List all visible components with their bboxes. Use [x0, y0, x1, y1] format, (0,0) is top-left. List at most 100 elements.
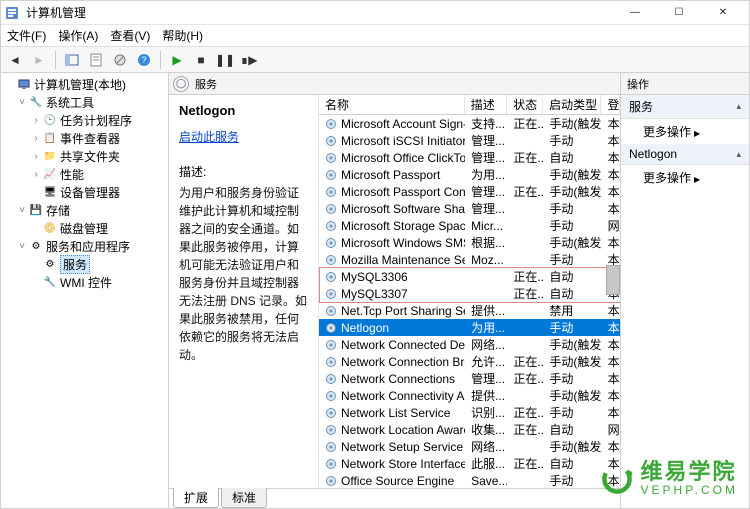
tab-extended[interactable]: 扩展 [173, 488, 219, 508]
service-row[interactable]: Microsoft iSCSI Initiator ...管理...手动本 [319, 132, 620, 149]
col-logon[interactable]: 登 [601, 95, 620, 114]
service-row[interactable]: Net.Tcp Port Sharing Ser...提供...禁用本 [319, 302, 620, 319]
expand-icon[interactable]: › [29, 151, 43, 162]
service-row[interactable]: Network Setup Service网络...手动(触发...本 [319, 438, 620, 455]
service-status: 正在... [507, 421, 543, 438]
export-icon[interactable] [110, 50, 130, 70]
gear-icon [325, 118, 337, 130]
gear-icon [325, 288, 337, 300]
service-name: Microsoft iSCSI Initiator ... [341, 134, 465, 148]
services-list[interactable]: Microsoft Account Sign-i...支持...正在...手动(… [319, 115, 620, 488]
service-row[interactable]: Microsoft Storage Space...Micr...手动网 [319, 217, 620, 234]
service-startup: 手动 [543, 319, 601, 336]
service-row[interactable]: Mozilla Maintenance Ser...Moz...手动本 [319, 251, 620, 268]
collapse-icon[interactable]: ˅ [15, 97, 29, 108]
service-row[interactable]: Network Location Aware...收集...正在...自动网 [319, 421, 620, 438]
menu-action[interactable]: 操作(A) [58, 27, 98, 44]
menu-view[interactable]: 查看(V) [110, 27, 150, 44]
col-description[interactable]: 描述 [465, 95, 507, 114]
col-status[interactable]: 状态 [507, 95, 543, 114]
stop-icon[interactable]: ■ [191, 50, 211, 70]
tree-services[interactable]: ⚙ 服务 [1, 255, 168, 273]
nav-circle-icon[interactable]: ◯ [173, 76, 189, 92]
help-icon[interactable]: ? [134, 50, 154, 70]
pause-icon[interactable]: ❚❚ [215, 50, 235, 70]
col-name[interactable]: 名称 [319, 95, 465, 114]
service-logon: 本 [602, 370, 620, 387]
service-logon: 网 [602, 217, 620, 234]
gear-icon [325, 135, 337, 147]
collapse-icon[interactable]: ˅ [15, 241, 29, 252]
service-row[interactable]: Microsoft Passport为用...手动(触发...本 [319, 166, 620, 183]
tree-wmi[interactable]: 🔧 WMI 控件 [1, 273, 168, 291]
show-hide-icon[interactable] [62, 50, 82, 70]
collapse-icon[interactable]: ˅ [15, 205, 29, 216]
service-name: Microsoft Windows SMS ... [341, 236, 465, 250]
forward-button[interactable]: ► [29, 50, 49, 70]
service-row[interactable]: Microsoft Office ClickTo...管理...正在...自动本 [319, 149, 620, 166]
tree-system-tools[interactable]: ˅ 🔧 系统工具 [1, 93, 168, 111]
service-row[interactable]: Network List Service识别...正在...手动本 [319, 404, 620, 421]
expand-icon[interactable]: › [29, 169, 43, 180]
service-row[interactable]: Network Connectivity Ass...提供...手动(触发...… [319, 387, 620, 404]
service-row[interactable]: Network Store Interface ...此服...正在...自动本 [319, 455, 620, 472]
service-name: Netlogon [341, 321, 389, 335]
service-logon: 本 [602, 387, 620, 404]
play-icon[interactable]: ▶ [167, 50, 187, 70]
service-startup: 手动(触发... [543, 387, 601, 404]
view-tabs: 扩展 标准 [169, 488, 620, 508]
action-more-services[interactable]: 更多操作▶ [621, 119, 749, 144]
service-row[interactable]: Microsoft Account Sign-i...支持...正在...手动(… [319, 115, 620, 132]
scrollbar-thumb[interactable] [606, 265, 620, 295]
actions-group-selected[interactable]: Netlogon ▴ [621, 144, 749, 165]
expand-icon[interactable]: › [29, 133, 43, 144]
menu-file[interactable]: 文件(F) [7, 27, 46, 44]
service-row[interactable]: Microsoft Passport Cont...管理...正在...手动(触… [319, 183, 620, 200]
service-logon: 网 [602, 421, 620, 438]
service-startup: 自动 [543, 285, 601, 302]
properties-icon[interactable] [86, 50, 106, 70]
action-more-selected[interactable]: 更多操作▶ [621, 165, 749, 190]
actions-group-services[interactable]: 服务 ▴ [621, 95, 749, 119]
start-service-link[interactable]: 启动此服务 [179, 130, 239, 144]
gear-icon [325, 271, 337, 283]
service-row[interactable]: Office Source EngineSave...手动本 [319, 472, 620, 488]
tab-standard[interactable]: 标准 [221, 488, 267, 508]
tree-root[interactable]: 计算机管理(本地) [1, 75, 168, 93]
col-startup[interactable]: 启动类型 [543, 95, 601, 114]
console-tree[interactable]: 计算机管理(本地) ˅ 🔧 系统工具 › 🕒 任务计划程序 › 📋 事件查看器 … [1, 73, 169, 508]
tree-services-apps[interactable]: ˅ ⚙ 服务和应用程序 [1, 237, 168, 255]
back-button[interactable]: ◄ [5, 50, 25, 70]
service-desc: 管理... [465, 132, 507, 149]
close-button[interactable]: ✕ [701, 1, 745, 25]
service-startup: 手动 [543, 200, 601, 217]
maximize-button[interactable]: ☐ [657, 1, 701, 25]
tree-task-scheduler[interactable]: › 🕒 任务计划程序 [1, 111, 168, 129]
disk-icon: 📀 [43, 221, 57, 235]
tree-event-viewer[interactable]: › 📋 事件查看器 [1, 129, 168, 147]
menu-help[interactable]: 帮助(H) [162, 27, 203, 44]
service-row[interactable]: Netlogon为用...手动本 [319, 319, 620, 336]
expand-icon[interactable]: › [29, 115, 43, 126]
tree-storage[interactable]: ˅ 💾 存储 [1, 201, 168, 219]
service-row[interactable]: Network Connection Bro...允许...正在...手动(触发… [319, 353, 620, 370]
service-row[interactable]: Network Connected Devi...网络...手动(触发...本 [319, 336, 620, 353]
service-row[interactable]: Microsoft Software Shad...管理...手动本 [319, 200, 620, 217]
tree-disk-management[interactable]: 📀 磁盘管理 [1, 219, 168, 237]
restart-icon[interactable]: ∎▶ [239, 50, 259, 70]
service-row[interactable]: MySQL3307正在...自动本 [319, 285, 620, 302]
tree-performance[interactable]: › 📈 性能 [1, 165, 168, 183]
service-startup: 自动 [543, 455, 601, 472]
service-desc: 管理... [465, 149, 507, 166]
service-startup: 手动 [543, 370, 601, 387]
list-header[interactable]: 名称 描述 状态 启动类型 登 [319, 95, 620, 115]
tree-shared-folders[interactable]: › 📁 共享文件夹 [1, 147, 168, 165]
tree-device-manager[interactable]: 🖥 设备管理器 [1, 183, 168, 201]
service-row[interactable]: Microsoft Windows SMS ...根据...手动(触发...本 [319, 234, 620, 251]
service-desc: 提供... [465, 302, 507, 319]
service-row[interactable]: MySQL3306正在...自动本 [319, 268, 620, 285]
service-desc: 根据... [465, 234, 507, 251]
service-row[interactable]: Network Connections管理...正在...手动本 [319, 370, 620, 387]
minimize-button[interactable]: — [613, 1, 657, 25]
gear-icon [325, 254, 337, 266]
